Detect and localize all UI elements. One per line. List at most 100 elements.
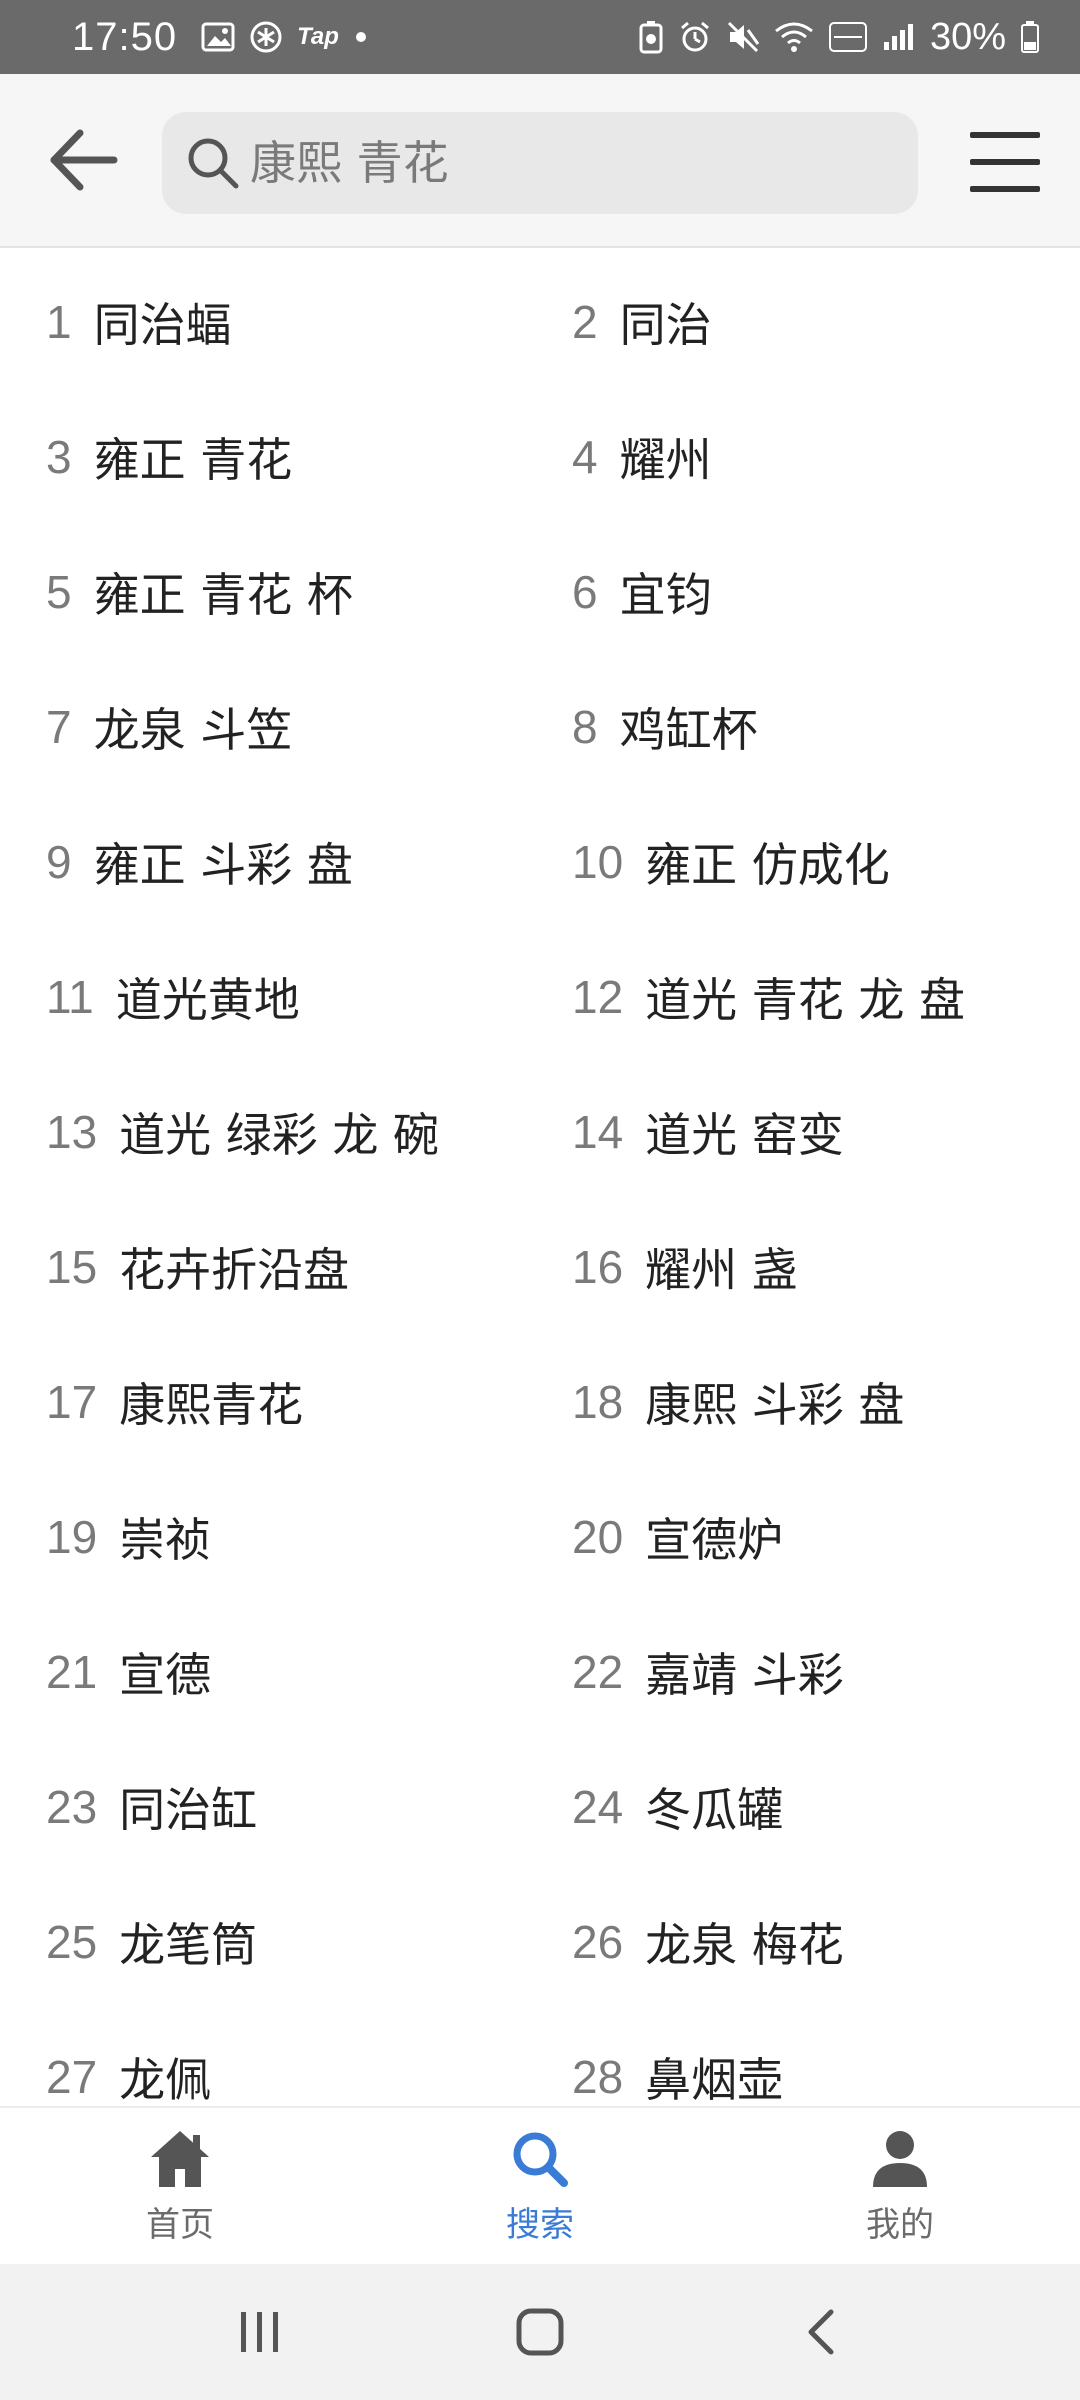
arrow-left-icon [50, 129, 118, 191]
list-item[interactable]: 16 耀州 盏 [572, 1195, 1080, 1330]
back-nav-button[interactable] [760, 2292, 880, 2372]
recent-apps-button[interactable] [200, 2292, 320, 2372]
list-item[interactable]: 13 道光 绿彩 龙 碗 [46, 1060, 572, 1195]
list-item[interactable]: 19 崇祯 [46, 1465, 572, 1600]
list-item[interactable]: 1 同治蝠 [46, 250, 572, 385]
status-left-icons: Tap [201, 20, 369, 54]
home-button[interactable] [480, 2292, 600, 2372]
gallery-icon [201, 22, 235, 52]
search-input[interactable] [250, 136, 890, 190]
list-item-label: 冬瓜罐 [645, 1782, 784, 1837]
list-item-label: 雍正 青花 [93, 432, 293, 487]
list-item-number: 13 [46, 1105, 98, 1158]
list-item-label: 花卉折沿盘 [119, 1242, 350, 1297]
list-item[interactable]: 26 龙泉 梅花 [572, 1870, 1080, 2005]
nav-search[interactable]: 搜索 [360, 2108, 720, 2264]
list-item-number: 19 [46, 1510, 98, 1563]
list-item-number: 14 [572, 1105, 624, 1158]
nav-search-label: 搜索 [506, 2204, 574, 2245]
search-history-grid: 1 同治蝠 2 同治 3 雍正 青花 4 耀州 5 雍正 青花 杯 6 宜钧 7 龙泉 斗笠 8 鸡缸杯 9 雍正… [0, 250, 1080, 2107]
list-item[interactable]: 5 雍正 青花 杯 [46, 520, 572, 655]
list-item-number: 9 [46, 835, 72, 888]
list-item-label: 崇祯 [119, 1512, 212, 1567]
bottom-navigation: 首页 搜索 我的 [0, 2106, 1080, 2264]
status-right-icons: 30% [638, 16, 1040, 59]
back-button[interactable] [40, 120, 126, 200]
search-icon [508, 2127, 572, 2191]
list-item[interactable]: 2 同治 [572, 250, 1080, 385]
list-item[interactable]: 15 花卉折沿盘 [46, 1195, 572, 1330]
list-item-label: 龙笔筒 [119, 1917, 258, 1972]
list-item[interactable]: 11 道光黄地 [46, 925, 572, 1060]
list-item[interactable]: 3 雍正 青花 [46, 385, 572, 520]
menu-button[interactable] [970, 132, 1050, 192]
search-box[interactable] [162, 112, 918, 214]
list-item-label: 康熙 斗彩 盘 [645, 1377, 905, 1432]
hamburger-icon [970, 186, 1040, 192]
list-item-number: 26 [572, 1915, 624, 1968]
list-item-label: 龙泉 斗笠 [93, 702, 293, 757]
list-item-label: 鸡缸杯 [619, 702, 758, 757]
list-item-number: 22 [572, 1645, 624, 1698]
asterisk-circle-icon [250, 21, 282, 53]
list-item[interactable]: 27 龙佩 [46, 2005, 572, 2107]
list-item-label: 雍正 仿成化 [645, 837, 890, 892]
user-icon [868, 2127, 932, 2191]
nav-home[interactable]: 首页 [0, 2108, 360, 2264]
list-item-number: 18 [572, 1375, 624, 1428]
list-item[interactable]: 28 鼻烟壶 [572, 2005, 1080, 2107]
list-item-number: 23 [46, 1780, 98, 1833]
home-icon [148, 2127, 212, 2191]
notification-dot-icon [355, 32, 366, 42]
list-item-number: 12 [572, 970, 624, 1023]
list-item-number: 4 [572, 430, 598, 483]
list-item-label: 耀州 盏 [645, 1242, 798, 1297]
status-bar: 17:50 Tap 30% [0, 0, 1080, 74]
list-item-label: 宣德炉 [645, 1512, 784, 1567]
list-item-label: 龙泉 梅花 [645, 1917, 844, 1972]
list-item[interactable]: 10 雍正 仿成化 [572, 790, 1080, 925]
list-item-number: 15 [46, 1240, 98, 1293]
list-item[interactable]: 23 同治缸 [46, 1735, 572, 1870]
nav-mine-label: 我的 [866, 2204, 934, 2245]
list-item-label: 道光 青花 龙 盘 [645, 972, 966, 1027]
list-item[interactable]: 22 嘉靖 斗彩 [572, 1600, 1080, 1735]
list-item-number: 25 [46, 1915, 98, 1968]
battery-saver-icon [639, 21, 663, 54]
list-item[interactable]: 4 耀州 [572, 385, 1080, 520]
list-item-label: 同治蝠 [93, 297, 232, 352]
list-item[interactable]: 20 宣德炉 [572, 1465, 1080, 1600]
list-item-number: 27 [46, 2050, 98, 2103]
list-item-label: 雍正 斗彩 盘 [93, 837, 353, 892]
list-item-label: 同治缸 [119, 1782, 258, 1837]
list-item-number: 28 [572, 2050, 624, 2103]
hamburger-icon [970, 159, 1040, 165]
list-item[interactable]: 25 龙笔筒 [46, 1870, 572, 2005]
list-item-label: 康熙青花 [119, 1377, 304, 1432]
list-item-number: 11 [46, 970, 94, 1023]
list-item[interactable]: 21 宣德 [46, 1600, 572, 1735]
list-item[interactable]: 9 雍正 斗彩 盘 [46, 790, 572, 925]
tap-app-icon: Tap [297, 23, 339, 50]
list-item[interactable]: 7 龙泉 斗笠 [46, 655, 572, 790]
search-history-list: 1 同治蝠 2 同治 3 雍正 青花 4 耀州 5 雍正 青花 杯 6 宜钧 7 龙泉 斗笠 8 鸡缸杯 9 雍正… [0, 250, 1080, 2107]
nav-mine[interactable]: 我的 [720, 2108, 1080, 2264]
list-item[interactable]: 24 冬瓜罐 [572, 1735, 1080, 1870]
list-item-label: 宜钧 [619, 567, 712, 622]
list-item[interactable]: 6 宜钧 [572, 520, 1080, 655]
list-item-number: 3 [46, 430, 72, 483]
list-item[interactable]: 12 道光 青花 龙 盘 [572, 925, 1080, 1060]
list-item-number: 24 [572, 1780, 624, 1833]
list-item[interactable]: 17 康熙青花 [46, 1330, 572, 1465]
list-item-label: 龙佩 [119, 2052, 212, 2107]
list-item-label: 雍正 青花 杯 [93, 567, 353, 622]
list-item[interactable]: 14 道光 窑变 [572, 1060, 1080, 1195]
list-item[interactable]: 18 康熙 斗彩 盘 [572, 1330, 1080, 1465]
list-item-number: 6 [572, 565, 598, 618]
search-icon [182, 132, 244, 194]
list-item-label: 道光黄地 [115, 972, 300, 1027]
signal-icon [883, 24, 913, 50]
battery-percentage: 30% [929, 15, 1006, 58]
list-item-label: 宣德 [119, 1647, 212, 1702]
list-item[interactable]: 8 鸡缸杯 [572, 655, 1080, 790]
